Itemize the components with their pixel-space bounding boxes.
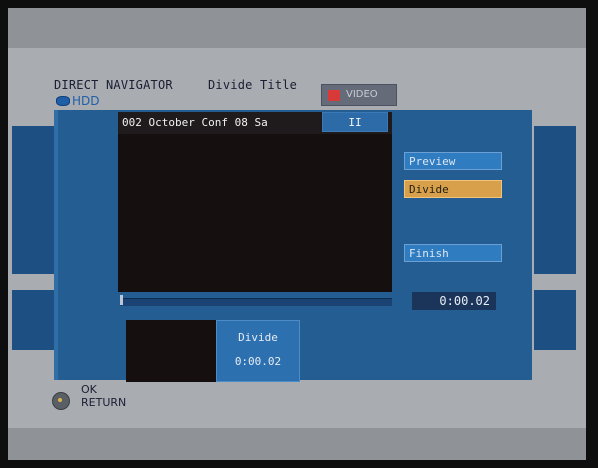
drive-indicator: HDD: [56, 94, 100, 108]
tv-screen: DIRECT NAVIGATOR Divide Title HDD VIDEO …: [8, 8, 586, 460]
hdd-icon: [56, 95, 70, 106]
pause-status: II: [322, 112, 388, 132]
video-preview: [118, 112, 392, 292]
divide-point-time: 0:00.02: [234, 355, 282, 368]
preview-button[interactable]: Preview: [404, 152, 502, 170]
progress-marker[interactable]: [120, 295, 123, 305]
divide-point-label: Divide: [238, 331, 278, 344]
disc-center-icon: [58, 398, 62, 402]
return-hint: RETURN: [81, 396, 127, 409]
playback-time: 0:00.02: [412, 292, 496, 310]
ok-hint: OK: [81, 383, 97, 396]
record-square-icon: [328, 90, 340, 101]
bottom-band: [8, 428, 586, 460]
panel-edge: [54, 110, 58, 380]
divide-thumbnail: [126, 320, 216, 382]
left-side-strip: [12, 126, 54, 274]
video-tab-label: VIDEO: [346, 89, 378, 100]
divide-point-box: Divide 0:00.02: [216, 320, 300, 382]
mode-title: Divide Title: [208, 78, 298, 92]
drive-label: HDD: [72, 94, 100, 108]
remote-disc-icon: [48, 388, 78, 410]
video-tab[interactable]: VIDEO: [321, 84, 397, 106]
right-side-strip: [534, 126, 576, 274]
progress-bar[interactable]: [120, 298, 392, 306]
finish-button[interactable]: Finish: [404, 244, 502, 262]
right-side-strip-lower: [534, 290, 576, 350]
top-band: [8, 8, 586, 48]
left-side-strip-lower: [12, 290, 54, 350]
title-name: 002 October Conf 08 Sa: [122, 116, 268, 129]
divide-button[interactable]: Divide: [404, 180, 502, 198]
app-title: DIRECT NAVIGATOR: [54, 78, 173, 92]
